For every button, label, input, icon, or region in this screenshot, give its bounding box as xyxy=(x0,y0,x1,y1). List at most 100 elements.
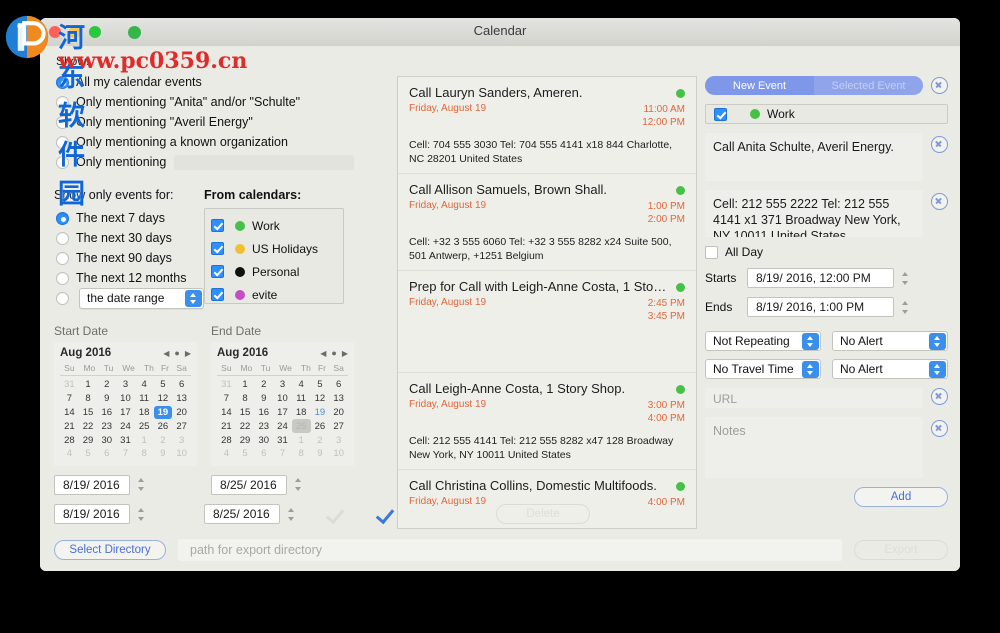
check-active-icon[interactable] xyxy=(376,505,398,523)
next-month-icon[interactable]: ▶ xyxy=(342,349,348,358)
radio-icon[interactable] xyxy=(56,232,69,245)
tab-new-event[interactable]: New Event xyxy=(705,76,814,95)
start-date-field-row[interactable]: 8/19/ 2016 xyxy=(54,475,197,495)
calendar-day[interactable]: 2 xyxy=(154,433,173,447)
calendar-item-us-holidays[interactable]: US Holidays xyxy=(211,237,337,260)
calendar-item-work[interactable]: Work xyxy=(211,214,337,237)
radio-icon[interactable] xyxy=(56,156,69,169)
repeat-select[interactable]: Not Repeating xyxy=(705,331,821,351)
calendar-day[interactable]: 10 xyxy=(116,392,135,406)
calendar-day[interactable]: 9 xyxy=(254,392,273,406)
calendar-day[interactable]: 15 xyxy=(236,406,255,420)
calendar-day[interactable]: 14 xyxy=(60,406,79,420)
custom-mention-input[interactable] xyxy=(174,155,354,170)
starts-input[interactable]: 8/19/ 2016, 12:00 PM xyxy=(747,268,894,288)
calendar-day[interactable]: 12 xyxy=(154,392,173,406)
travel-time-select[interactable]: No Travel Time xyxy=(705,359,821,379)
calendar-day[interactable]: 1 xyxy=(79,378,98,392)
calendar-day[interactable]: 4 xyxy=(292,378,311,392)
chevron-updown-icon[interactable] xyxy=(135,505,148,524)
prev-month-icon[interactable]: ◀ xyxy=(163,349,169,358)
start-calendar-grid[interactable]: SuMoTuWeThFrSa xyxy=(60,362,191,374)
alert-secondary-select[interactable]: No Alert xyxy=(832,359,948,379)
calendar-day[interactable]: 5 xyxy=(79,447,98,461)
calendar-day[interactable]: 5 xyxy=(236,447,255,461)
ends-input[interactable]: 8/19/ 2016, 1:00 PM xyxy=(747,297,894,317)
calendar-day[interactable]: 10 xyxy=(273,392,292,406)
event-list-item[interactable]: Prep for Call with Leigh-Anne Costa, 1 S… xyxy=(398,271,696,373)
radio-icon[interactable] xyxy=(56,272,69,285)
calendar-day[interactable]: 31 xyxy=(273,433,292,447)
calendar-day[interactable]: 23 xyxy=(254,419,273,433)
calendar-day[interactable]: 11 xyxy=(292,392,311,406)
clear-title-icon[interactable] xyxy=(931,136,948,153)
show-option-known-org[interactable]: Only mentioning a known organization xyxy=(56,132,354,152)
calendar-day[interactable]: 9 xyxy=(311,447,330,461)
chevron-updown-icon[interactable] xyxy=(802,333,819,350)
export-button[interactable]: Export xyxy=(854,540,948,560)
end-date-calendar[interactable]: Aug 2016 ◀ ● ▶ SuMoTuWeThFrSa 3112345678… xyxy=(211,342,354,466)
calendar-day[interactable]: 21 xyxy=(217,419,236,433)
calendar-day[interactable]: 21 xyxy=(60,419,79,433)
calendar-day[interactable]: 4 xyxy=(135,378,154,392)
chevron-updown-icon[interactable] xyxy=(929,361,946,378)
calendar-day[interactable]: 26 xyxy=(311,419,330,433)
show-option-anita[interactable]: Only mentioning "Anita" and/or "Schulte" xyxy=(56,92,354,112)
calendar-day[interactable]: 28 xyxy=(217,433,236,447)
event-title-input[interactable]: Call Anita Schulte, Averil Energy. xyxy=(705,133,923,181)
tab-selected-event[interactable]: Selected Event xyxy=(814,76,923,95)
calendar-day[interactable]: 3 xyxy=(116,378,135,392)
calendar-day[interactable]: 7 xyxy=(217,392,236,406)
bottom-start-date-input[interactable]: 8/19/ 2016 xyxy=(54,504,130,524)
calendar-day[interactable]: 30 xyxy=(254,433,273,447)
today-dot-icon[interactable]: ● xyxy=(174,348,179,358)
calendar-day[interactable]: 7 xyxy=(116,447,135,461)
chevron-updown-icon[interactable] xyxy=(929,333,946,350)
select-directory-button[interactable]: Select Directory xyxy=(54,540,166,560)
calendar-day[interactable]: 20 xyxy=(329,406,348,420)
delete-button[interactable]: Delete xyxy=(496,504,590,524)
calendar-day[interactable]: 9 xyxy=(154,447,173,461)
export-path-input[interactable]: path for export directory xyxy=(178,539,842,561)
calendar-day[interactable]: 13 xyxy=(329,392,348,406)
calendar-day[interactable]: 6 xyxy=(329,378,348,392)
clear-url-icon[interactable] xyxy=(931,388,948,405)
clear-tabs-icon[interactable] xyxy=(931,77,948,94)
calendar-day[interactable]: 18 xyxy=(292,406,311,420)
calendar-day[interactable]: 8 xyxy=(79,392,98,406)
calendar-day[interactable]: 6 xyxy=(172,378,191,392)
range-option-date-range[interactable]: the date range xyxy=(56,288,204,308)
calendar-day[interactable]: 1 xyxy=(135,433,154,447)
calendars-list[interactable]: Work US Holidays Personal xyxy=(204,208,344,304)
calendar-day[interactable]: 24 xyxy=(273,419,292,433)
url-input[interactable]: URL xyxy=(705,388,923,408)
calendar-day[interactable]: 13 xyxy=(172,392,191,406)
calendar-day[interactable]: 6 xyxy=(97,447,116,461)
calendar-day[interactable]: 3 xyxy=(329,433,348,447)
chevron-updown-icon[interactable] xyxy=(899,298,912,317)
calendar-day[interactable]: 18 xyxy=(135,406,154,420)
calendar-day[interactable]: 5 xyxy=(311,378,330,392)
radio-icon[interactable] xyxy=(56,212,69,225)
calendar-day[interactable]: 2 xyxy=(254,378,273,392)
end-calendar-days[interactable]: 3112345678910111213141516171819202122232… xyxy=(217,378,348,461)
calendar-day[interactable]: 16 xyxy=(97,406,116,420)
calendar-day[interactable]: 30 xyxy=(97,433,116,447)
calendar-day[interactable]: 9 xyxy=(97,392,116,406)
start-date-input[interactable]: 8/19/ 2016 xyxy=(54,475,130,495)
show-option-all[interactable]: All my calendar events xyxy=(56,72,354,92)
calendar-day[interactable]: 31 xyxy=(116,433,135,447)
clear-notes-icon[interactable] xyxy=(931,420,948,437)
range-option-7-days[interactable]: The next 7 days xyxy=(56,208,204,228)
bottom-end-date-input[interactable]: 8/25/ 2016 xyxy=(204,504,280,524)
range-option-90-days[interactable]: The next 90 days xyxy=(56,248,204,268)
calendar-day[interactable]: 17 xyxy=(273,406,292,420)
calendar-day[interactable]: 2 xyxy=(97,378,116,392)
notes-input[interactable]: Notes xyxy=(705,417,923,478)
calendar-day[interactable]: 19 xyxy=(311,406,330,420)
event-calendar-select[interactable]: Work xyxy=(705,104,948,124)
chevron-updown-icon[interactable] xyxy=(135,475,148,494)
chevron-updown-icon[interactable] xyxy=(899,269,912,288)
calendar-day[interactable]: 4 xyxy=(217,447,236,461)
calendar-day[interactable]: 2 xyxy=(311,433,330,447)
